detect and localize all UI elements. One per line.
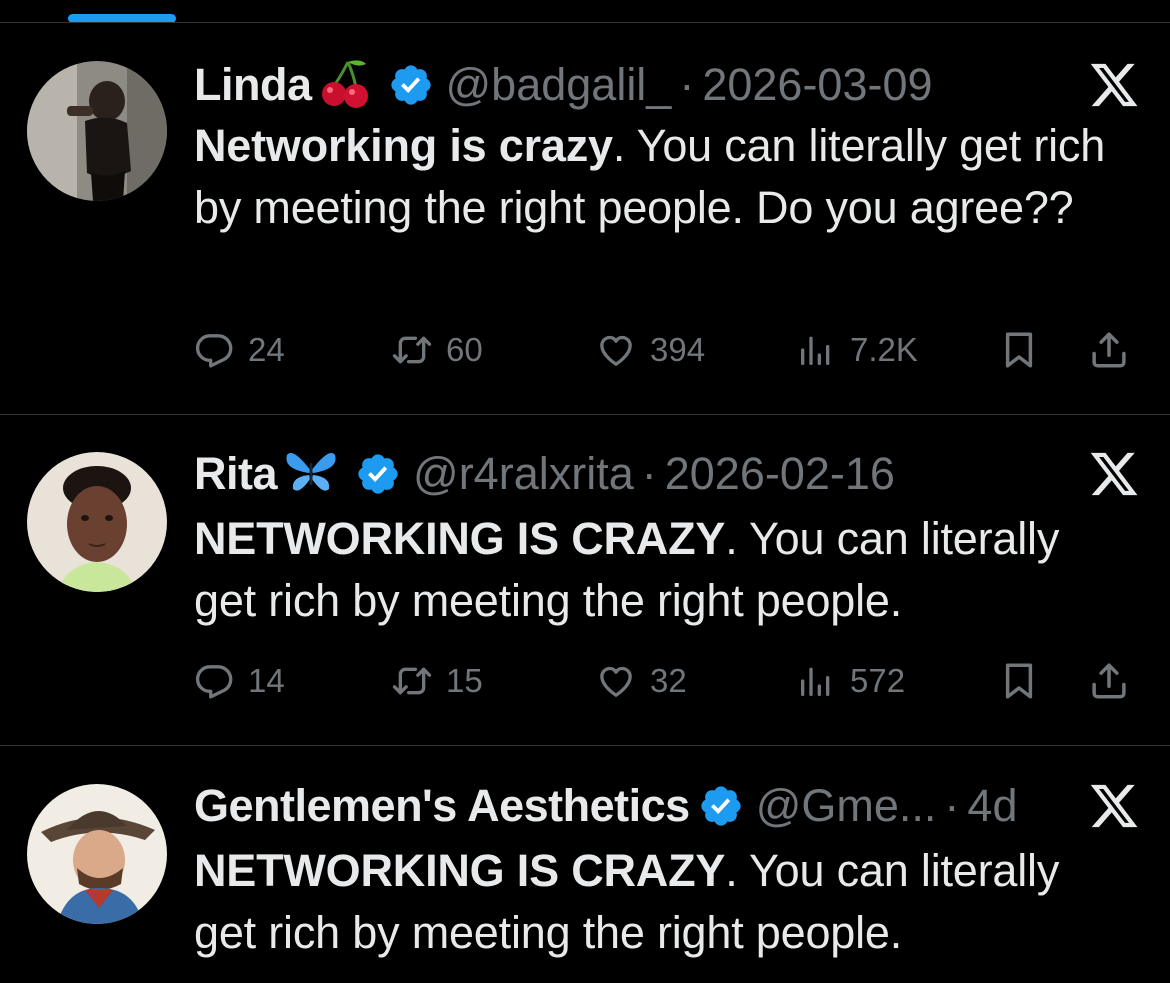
avatar[interactable] [27,784,167,924]
repost-button[interactable]: 60 [392,325,483,375]
bookmark-icon [998,660,1040,702]
bookmark-icon [998,329,1040,371]
views-button[interactable]: 572 [796,656,905,706]
x-logo-icon [1088,780,1140,832]
views-button[interactable]: 7.2K [796,325,918,375]
repost-count: 15 [446,662,483,699]
like-count: 32 [650,662,687,699]
bookmark-button[interactable] [998,656,1040,706]
avatar-image [27,61,167,201]
verified-badge-icon [388,62,434,108]
reply-button[interactable]: 24 [194,325,285,375]
share-icon [1088,660,1130,702]
tweet-text: Networking is crazy. You can literally g… [194,115,1124,239]
x-logo-icon [1088,448,1140,500]
display-name[interactable]: Rita [194,448,278,500]
like-button[interactable]: 394 [596,325,705,375]
tweet-text: NETWORKING IS CRAZY. You can literally g… [194,508,1124,632]
top-divider [0,22,1170,23]
tweet-divider [0,414,1170,415]
action-bar: 14 15 32 572 [194,656,1139,706]
separator-dot: · [944,780,960,831]
repost-button[interactable]: 15 [392,656,483,706]
views-icon [796,661,836,701]
views-icon [796,330,836,370]
tweet-text-bold: Networking is crazy [194,120,613,171]
cherry-icon [318,56,372,115]
avatar-image [27,452,167,592]
repost-icon [392,330,432,370]
repost-count: 60 [446,331,483,368]
timestamp[interactable]: 2026-02-16 [665,448,895,500]
tweet-text-bold: NETWORKING IS CRAZY [194,845,726,896]
share-button[interactable] [1088,325,1130,375]
timestamp[interactable]: 2026-03-09 [702,59,932,111]
separator-dot: · [641,448,657,499]
handle[interactable]: @r4ralxrita [413,448,634,500]
heart-icon [596,661,636,701]
avatar-image [27,784,167,924]
bookmark-button[interactable] [998,325,1040,375]
reply-count: 14 [248,662,285,699]
share-button[interactable] [1088,656,1130,706]
display-name[interactable]: Linda [194,59,312,111]
share-icon [1088,329,1130,371]
like-button[interactable]: 32 [596,656,687,706]
verified-badge-icon [698,783,744,829]
display-name[interactable]: Gentlemen's Aesthetics [194,780,690,832]
handle[interactable]: @badgalil_ [446,59,672,111]
tweet-text: NETWORKING IS CRAZY. You can literally g… [194,840,1124,964]
handle[interactable]: @Gme... [756,780,937,832]
reply-icon [194,661,234,701]
timestamp[interactable]: 4d [967,780,1017,832]
repost-icon [392,661,432,701]
butterfly-icon [283,447,339,502]
avatar[interactable] [27,61,167,201]
separator-dot: · [679,59,695,110]
tweet-divider [0,745,1170,746]
avatar[interactable] [27,452,167,592]
tweet-header: Gentlemen's Aesthetics @Gme... · 4d [194,776,1017,836]
tweet-text-bold: NETWORKING IS CRAZY [194,513,726,564]
heart-icon [596,330,636,370]
reply-button[interactable]: 14 [194,656,285,706]
tweet-header: Linda @badgalil_ · 2026-03-09 [194,55,933,115]
x-logo-icon [1088,59,1140,111]
like-count: 394 [650,331,706,368]
views-count: 572 [850,662,906,699]
views-count: 7.2K [850,331,918,368]
reply-icon [194,330,234,370]
action-bar: 24 60 394 7.2K [194,325,1139,375]
reply-count: 24 [248,331,285,368]
tweet-header: Rita @r4ralxrita · 2026-02-16 [194,444,895,504]
verified-badge-icon [355,451,401,497]
